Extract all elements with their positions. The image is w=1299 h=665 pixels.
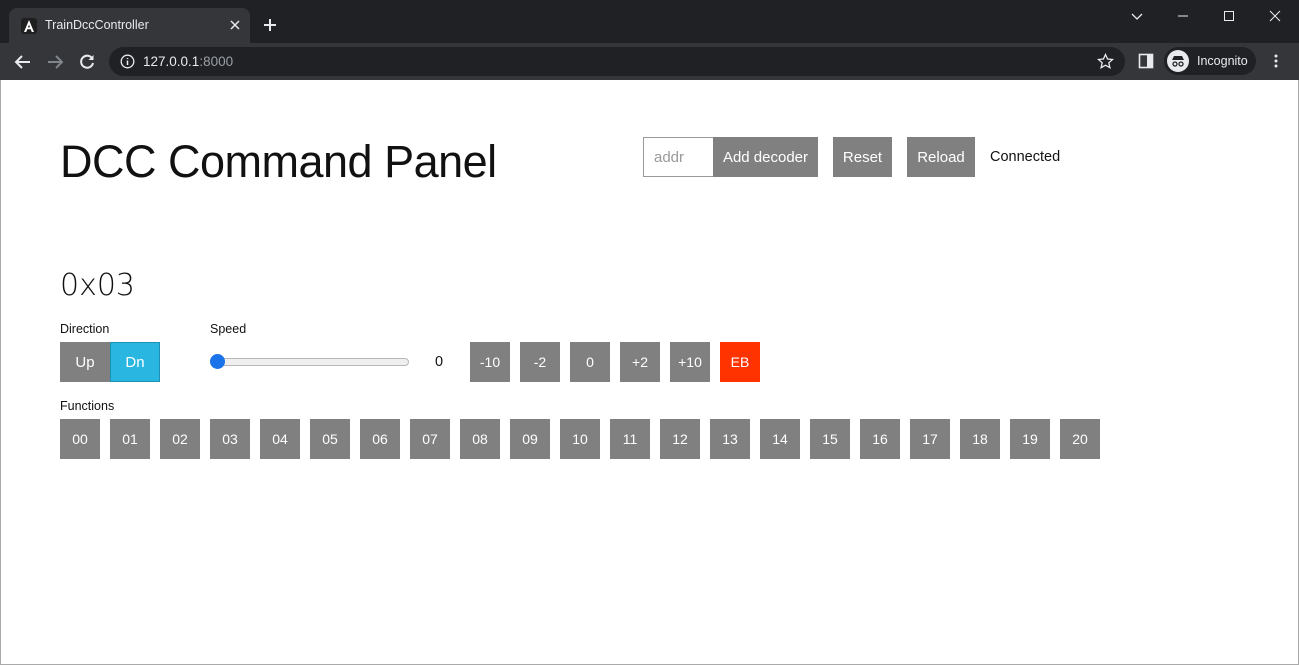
function-button-18[interactable]: 18 xyxy=(960,419,1000,459)
function-button-10[interactable]: 10 xyxy=(560,419,600,459)
close-tab-icon[interactable] xyxy=(227,17,243,33)
browser-tab-strip: TrainDccController xyxy=(0,0,1299,43)
address-bar[interactable]: 127.0.0.1:8000 xyxy=(109,47,1125,76)
page-content: DCC Command Panel Add decoder Reset Relo… xyxy=(0,80,1299,665)
browser-tab[interactable]: TrainDccController xyxy=(9,8,250,43)
emergency-brake-button[interactable]: EB xyxy=(720,342,760,382)
bookmark-star-icon[interactable] xyxy=(1097,53,1114,70)
tab-search-icon[interactable] xyxy=(1129,8,1145,24)
functions-label: Functions xyxy=(60,399,115,413)
function-button-12[interactable]: 12 xyxy=(660,419,700,459)
direction-up-button[interactable]: Up xyxy=(60,342,110,382)
incognito-icon xyxy=(1167,50,1189,72)
reload-icon[interactable] xyxy=(78,53,96,71)
speed-value: 0 xyxy=(435,354,444,370)
function-button-09[interactable]: 09 xyxy=(510,419,550,459)
function-button-01[interactable]: 01 xyxy=(110,419,150,459)
decoder-address: 0x03 xyxy=(60,268,136,303)
app-favicon-icon xyxy=(21,18,37,34)
function-button-06[interactable]: 06 xyxy=(360,419,400,459)
url-port: :8000 xyxy=(199,54,234,69)
function-button-20[interactable]: 20 xyxy=(1060,419,1100,459)
speed-minus-2-button[interactable]: -2 xyxy=(520,342,560,382)
connection-status: Connected xyxy=(990,149,1061,165)
reload-button[interactable]: Reload xyxy=(907,137,975,177)
function-button-15[interactable]: 15 xyxy=(810,419,850,459)
function-button-19[interactable]: 19 xyxy=(1010,419,1050,459)
function-button-03[interactable]: 03 xyxy=(210,419,250,459)
speed-plus-10-button[interactable]: +10 xyxy=(670,342,710,382)
addr-input[interactable] xyxy=(643,137,713,177)
direction-label: Direction xyxy=(60,322,110,336)
add-decoder-button[interactable]: Add decoder xyxy=(713,137,818,177)
function-button-00[interactable]: 00 xyxy=(60,419,100,459)
function-button-17[interactable]: 17 xyxy=(910,419,950,459)
function-button-08[interactable]: 08 xyxy=(460,419,500,459)
page-title-text: DCC Command Panel xyxy=(60,136,497,187)
minimize-icon[interactable] xyxy=(1175,8,1191,24)
page-title: DCC Command Panel xyxy=(60,135,497,188)
speed-slider[interactable] xyxy=(211,358,409,366)
tab-title: TrainDccController xyxy=(45,18,149,32)
maximize-icon[interactable] xyxy=(1221,8,1237,24)
site-info-icon[interactable] xyxy=(120,54,135,69)
back-icon[interactable] xyxy=(14,53,32,71)
function-button-05[interactable]: 05 xyxy=(310,419,350,459)
function-button-04[interactable]: 04 xyxy=(260,419,300,459)
speed-plus-2-button[interactable]: +2 xyxy=(620,342,660,382)
speed-slider-thumb[interactable] xyxy=(210,354,225,369)
function-button-02[interactable]: 02 xyxy=(160,419,200,459)
function-button-07[interactable]: 07 xyxy=(410,419,450,459)
function-button-11[interactable]: 11 xyxy=(610,419,650,459)
url-host: 127.0.0.1 xyxy=(143,54,200,69)
side-panel-icon[interactable] xyxy=(1138,53,1154,69)
reset-button[interactable]: Reset xyxy=(833,137,892,177)
url-text: 127.0.0.1:8000 xyxy=(143,54,233,69)
function-button-13[interactable]: 13 xyxy=(710,419,750,459)
forward-icon[interactable] xyxy=(46,53,64,71)
new-tab-icon[interactable] xyxy=(262,17,278,33)
incognito-profile-button[interactable]: Incognito xyxy=(1164,47,1256,75)
function-button-14[interactable]: 14 xyxy=(760,419,800,459)
function-button-16[interactable]: 16 xyxy=(860,419,900,459)
speed-minus-10-button[interactable]: -10 xyxy=(470,342,510,382)
speed-zero-button[interactable]: 0 xyxy=(570,342,610,382)
direction-down-button[interactable]: Dn xyxy=(110,342,160,382)
close-window-icon[interactable] xyxy=(1267,8,1283,24)
incognito-label: Incognito xyxy=(1197,54,1248,68)
browser-toolbar: 127.0.0.1:8000 Incognito xyxy=(0,43,1299,80)
speed-label: Speed xyxy=(210,322,247,336)
browser-menu-icon[interactable] xyxy=(1268,53,1284,69)
